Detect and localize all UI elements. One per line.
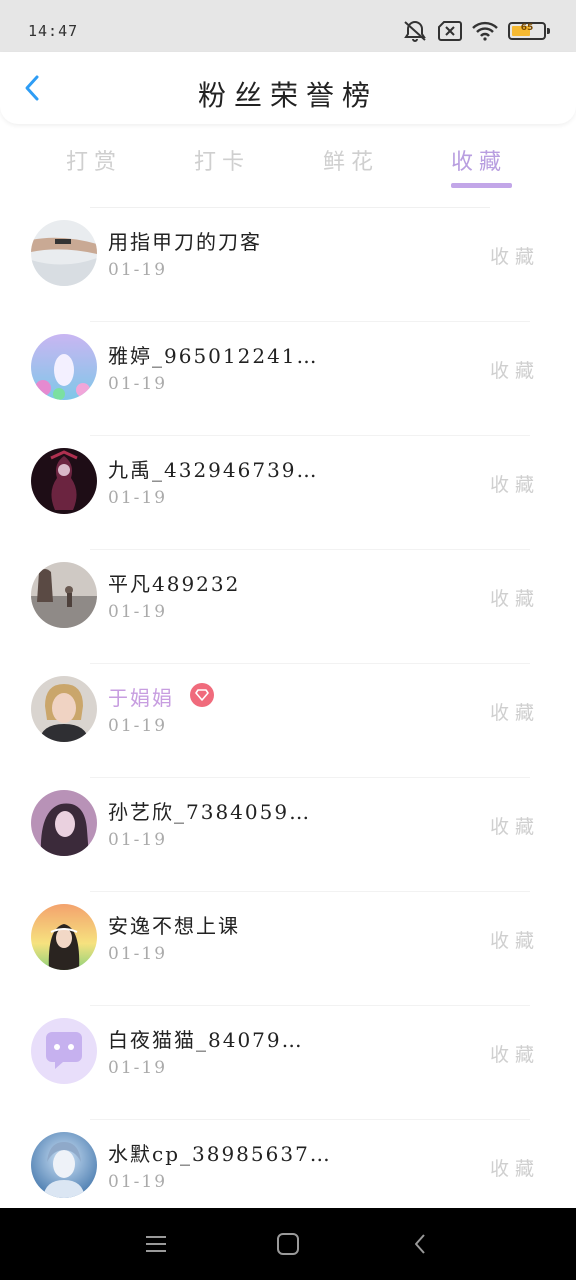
list-item[interactable]: 平凡489232 01-19 收藏	[0, 550, 576, 664]
fan-name: 平凡489232	[108, 572, 241, 596]
wifi-icon	[472, 21, 498, 41]
action-label: 收藏	[489, 588, 540, 610]
status-time: 14:47	[28, 22, 79, 40]
list-item[interactable]: 用指甲刀的刀客 01-19 收藏	[0, 208, 576, 322]
action-label: 收藏	[489, 246, 540, 268]
tab-bar: 打赏 打卡 鲜花 收藏	[0, 124, 576, 208]
fan-name: 白夜猫猫_84079…	[108, 1028, 304, 1052]
fan-date: 01-19	[108, 1058, 168, 1078]
fan-date: 01-19	[108, 716, 168, 736]
avatar[interactable]	[31, 334, 97, 400]
status-bar: 14:47 65	[0, 0, 576, 52]
fan-date: 01-19	[108, 488, 168, 508]
battery-icon: 65	[508, 22, 550, 40]
avatar[interactable]	[31, 1018, 97, 1084]
home-button[interactable]	[274, 1230, 302, 1258]
action-label: 收藏	[489, 474, 540, 496]
list-item[interactable]: 孙艺欣_7384059… 01-19 收藏	[0, 778, 576, 892]
header-bar: 粉丝荣誉榜	[0, 52, 576, 124]
avatar[interactable]	[31, 220, 97, 286]
fan-date: 01-19	[108, 830, 168, 850]
fan-name: 孙艺欣_7384059…	[108, 800, 312, 824]
battery-level: 65	[520, 23, 534, 33]
fan-date: 01-19	[108, 374, 168, 394]
status-icons: 65	[402, 20, 550, 42]
fan-name: 安逸不想上课	[108, 914, 240, 938]
active-tab-indicator	[451, 183, 512, 188]
system-nav-bar	[0, 1208, 576, 1280]
system-back-button[interactable]	[406, 1230, 434, 1258]
tab-tip[interactable]: 打赏	[46, 144, 142, 188]
avatar[interactable]	[31, 1132, 97, 1198]
list-item[interactable]: 雅婷_965012241… 01-19 收藏	[0, 322, 576, 436]
vip-diamond-icon	[190, 683, 214, 707]
fan-name: 雅婷_965012241…	[108, 344, 319, 368]
back-triangle-icon	[415, 1234, 425, 1254]
action-label: 收藏	[489, 702, 540, 724]
page-title: 粉丝荣誉榜	[197, 79, 378, 112]
menu-icon	[146, 1236, 166, 1252]
action-label: 收藏	[489, 360, 540, 382]
fan-date: 01-19	[108, 944, 168, 964]
list-item[interactable]: 九禹_432946739… 01-19 收藏	[0, 436, 576, 550]
list-item[interactable]: 于娟娟 01-19 收藏	[0, 664, 576, 778]
fan-name: 水默cp_38985637…	[108, 1142, 332, 1166]
action-label: 收藏	[489, 1158, 540, 1180]
action-label: 收藏	[489, 1044, 540, 1066]
fan-date: 01-19	[108, 260, 168, 280]
tab-checkin[interactable]: 打卡	[174, 144, 270, 188]
tab-flowers[interactable]: 鲜花	[303, 144, 399, 188]
fan-name: 九禹_432946739…	[108, 458, 319, 482]
home-square-icon	[277, 1233, 299, 1255]
avatar[interactable]	[31, 676, 97, 742]
avatar[interactable]	[31, 904, 97, 970]
fan-name: 于娟娟	[108, 686, 174, 710]
fan-name: 用指甲刀的刀客	[108, 230, 262, 254]
avatar[interactable]	[31, 562, 97, 628]
fan-date: 01-19	[108, 1172, 168, 1192]
tab-favorites[interactable]: 收藏	[431, 144, 527, 188]
sim-none-icon	[438, 21, 462, 41]
fan-date: 01-19	[108, 602, 168, 622]
action-label: 收藏	[489, 816, 540, 838]
action-label: 收藏	[489, 930, 540, 952]
recent-apps-button[interactable]	[142, 1230, 170, 1258]
mute-icon	[402, 20, 428, 42]
avatar[interactable]	[31, 790, 97, 856]
list-item[interactable]: 安逸不想上课 01-19 收藏	[0, 892, 576, 1006]
avatar[interactable]	[31, 448, 97, 514]
list-item[interactable]: 白夜猫猫_84079… 01-19 收藏	[0, 1006, 576, 1120]
